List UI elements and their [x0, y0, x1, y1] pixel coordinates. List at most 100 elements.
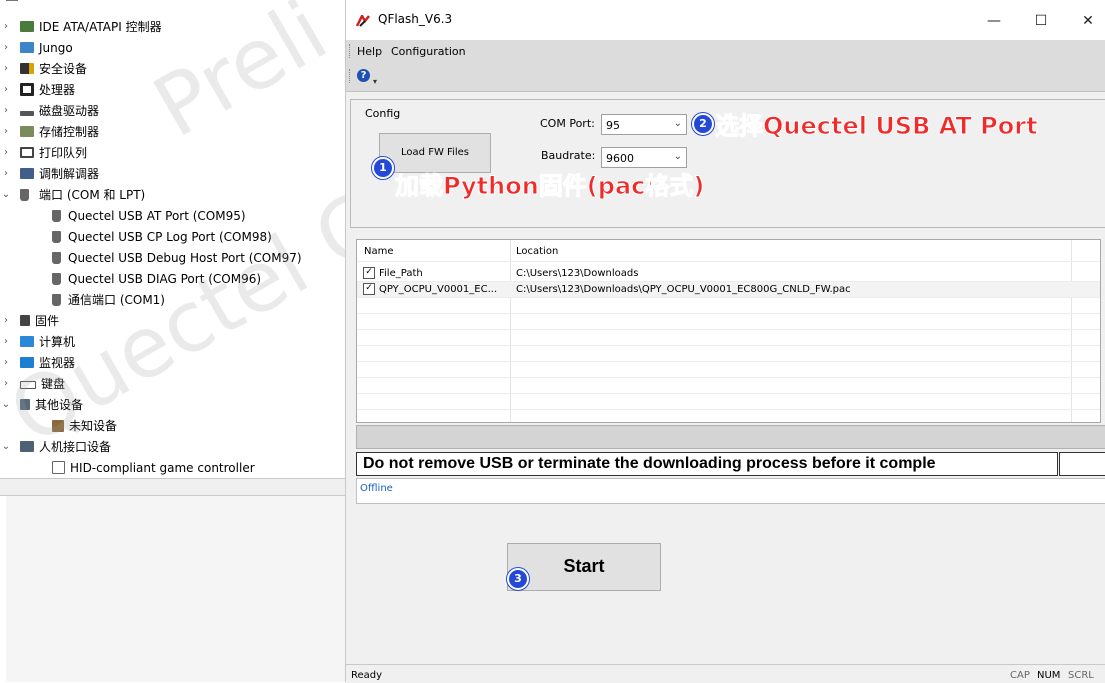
com-port-select[interactable]: 95 ⌄: [601, 114, 687, 135]
port-item-diag[interactable]: Quectel USB DIAG Port (COM96): [52, 268, 261, 289]
menu-help[interactable]: Help: [357, 45, 382, 58]
tree-item-hid[interactable]: ⌄ 人机接口设备: [0, 436, 111, 457]
column-header-name[interactable]: Name: [364, 246, 394, 257]
keyboard-icon: [20, 381, 36, 389]
device-manager-footer-band: [0, 478, 345, 495]
tree-item-monitor[interactable]: › 监视器: [0, 352, 75, 373]
tree-item-firmware[interactable]: › 固件: [0, 310, 59, 331]
menu-configuration[interactable]: Configuration: [391, 45, 466, 58]
chevron-down-icon: ⌄: [673, 118, 682, 129]
start-button-label: Start: [563, 556, 605, 576]
tree-item-security[interactable]: › 安全设备: [0, 58, 87, 79]
start-button[interactable]: Start: [507, 543, 661, 591]
empty-row: [357, 378, 1100, 394]
baudrate-select[interactable]: 9600 ⌄: [601, 147, 687, 168]
close-button[interactable]: ✕: [1065, 8, 1105, 34]
expand-chevron-icon[interactable]: ›: [0, 168, 12, 179]
tree-item-other[interactable]: ⌄ 其他设备: [0, 394, 83, 415]
tree-item-label: 存储控制器: [39, 125, 100, 139]
expand-chevron-icon[interactable]: ›: [0, 126, 12, 137]
tree-item-ide[interactable]: › IDE ATA/ATAPI 控制器: [0, 16, 162, 37]
tree-item-storage[interactable]: › 存储控制器: [0, 121, 99, 142]
tree-item-ports[interactable]: ⌄ 端口 (COM 和 LPT): [0, 184, 145, 205]
expand-chevron-icon[interactable]: ›: [0, 336, 12, 347]
tree-item-label: 磁盘驱动器: [39, 104, 100, 118]
unknown-device-icon: [20, 399, 30, 410]
device-label: HID-compliant game controller: [70, 460, 255, 475]
progress-bar: [356, 425, 1105, 449]
monitor-icon: [20, 42, 34, 53]
warning-device-icon: [52, 419, 64, 432]
empty-row: [357, 346, 1100, 362]
step-badge-2: 2: [692, 113, 714, 135]
menu-grip: [349, 44, 352, 58]
tree-item-label: 监视器: [39, 356, 76, 370]
maximize-button[interactable]: ☐: [1018, 8, 1064, 34]
tree-item-label: 处理器: [39, 83, 76, 97]
port-label: Quectel USB DIAG Port (COM96): [68, 271, 262, 286]
tree-item-processor[interactable]: › 处理器: [0, 79, 75, 100]
hid-item-game-controller[interactable]: HID-compliant game controller: [52, 457, 255, 478]
collapse-chevron-icon[interactable]: ⌄: [0, 441, 12, 452]
collapse-chevron-icon[interactable]: ⌄: [0, 399, 12, 410]
computer-icon: [20, 336, 34, 347]
tree-item-keyboard[interactable]: › 键盘: [0, 373, 65, 394]
monitor-icon: [20, 357, 34, 368]
expand-chevron-icon[interactable]: ›: [0, 378, 12, 389]
game-controller-icon: [52, 461, 65, 474]
file-row[interactable]: ✓ File_Path C:\Users\123\Downloads: [357, 266, 1100, 282]
port-label: 通信端口 (COM1): [68, 293, 165, 307]
expand-chevron-icon[interactable]: ›: [0, 357, 12, 368]
ide-controller-icon: [20, 21, 34, 32]
toolbar-grip: [349, 69, 352, 83]
com-port-label: COM Port:: [540, 117, 595, 130]
log-area: Offline: [356, 478, 1105, 504]
port-item-debug[interactable]: Quectel USB Debug Host Port (COM97): [52, 247, 302, 268]
tree-item-jungo[interactable]: › Jungo: [0, 37, 73, 58]
step-badge-3: 3: [507, 568, 529, 590]
warning-text: Do not remove USB or terminate the downl…: [363, 455, 936, 472]
port-item-com1[interactable]: 通信端口 (COM1): [52, 289, 165, 310]
watermark-text: Preli: [137, 0, 343, 157]
config-label: Config: [365, 107, 401, 120]
expand-chevron-icon[interactable]: ›: [0, 84, 12, 95]
column-header-location[interactable]: Location: [516, 246, 558, 257]
tree-item-label: 人机接口设备: [39, 440, 112, 454]
collapse-chevron-icon[interactable]: ⌄: [0, 189, 12, 200]
port-item-cp-log[interactable]: Quectel USB CP Log Port (COM98): [52, 226, 272, 247]
file-name: QPY_OCPU_V0001_EC...: [379, 284, 498, 295]
toolbar-dropdown-icon[interactable]: ▾: [373, 77, 377, 86]
expand-chevron-icon[interactable]: ›: [0, 63, 12, 74]
port-icon: [52, 230, 61, 243]
log-status: Offline: [360, 483, 393, 494]
minimize-button[interactable]: —: [971, 8, 1017, 34]
tree-item-disk[interactable]: › 磁盘驱动器: [0, 100, 99, 121]
tree-item-label: 其他设备: [35, 398, 84, 412]
step-badge-1: 1: [372, 157, 394, 179]
security-device-icon: [20, 63, 34, 74]
other-item-unknown[interactable]: 未知设备: [52, 415, 117, 436]
tree-item-computer[interactable]: › 计算机: [0, 331, 75, 352]
file-name: File_Path: [379, 268, 423, 279]
grid-header: Name Location: [357, 240, 1100, 262]
file-checkbox[interactable]: ✓: [363, 267, 375, 279]
tree-item-modem[interactable]: › 调制解调器: [0, 163, 99, 184]
port-item-at[interactable]: Quectel USB AT Port (COM95): [52, 205, 246, 226]
tree-item-label: 计算机: [39, 335, 76, 349]
tree-item-label: 调制解调器: [39, 167, 100, 181]
help-icon[interactable]: ?: [357, 69, 370, 82]
title-bar[interactable]: QFlash_V6.3 — ☐ ✕: [346, 0, 1105, 40]
com-port-value: 95: [606, 119, 620, 132]
tree-item-label: 安全设备: [39, 62, 88, 76]
expand-chevron-icon[interactable]: ›: [0, 21, 12, 32]
expand-chevron-icon[interactable]: ›: [0, 315, 12, 326]
tree-item-print[interactable]: › 打印队列: [0, 142, 87, 163]
expand-chevron-icon[interactable]: ›: [0, 105, 12, 116]
port-label: Quectel USB CP Log Port (COM98): [68, 229, 272, 244]
printer-icon: [20, 147, 34, 158]
expand-chevron-icon[interactable]: ›: [0, 147, 12, 158]
file-row[interactable]: ✓ QPY_OCPU_V0001_EC... C:\Users\123\Down…: [357, 282, 1100, 298]
file-checkbox[interactable]: ✓: [363, 283, 375, 295]
scrl-indicator: SCRL: [1068, 670, 1094, 681]
expand-chevron-icon[interactable]: ›: [0, 42, 12, 53]
